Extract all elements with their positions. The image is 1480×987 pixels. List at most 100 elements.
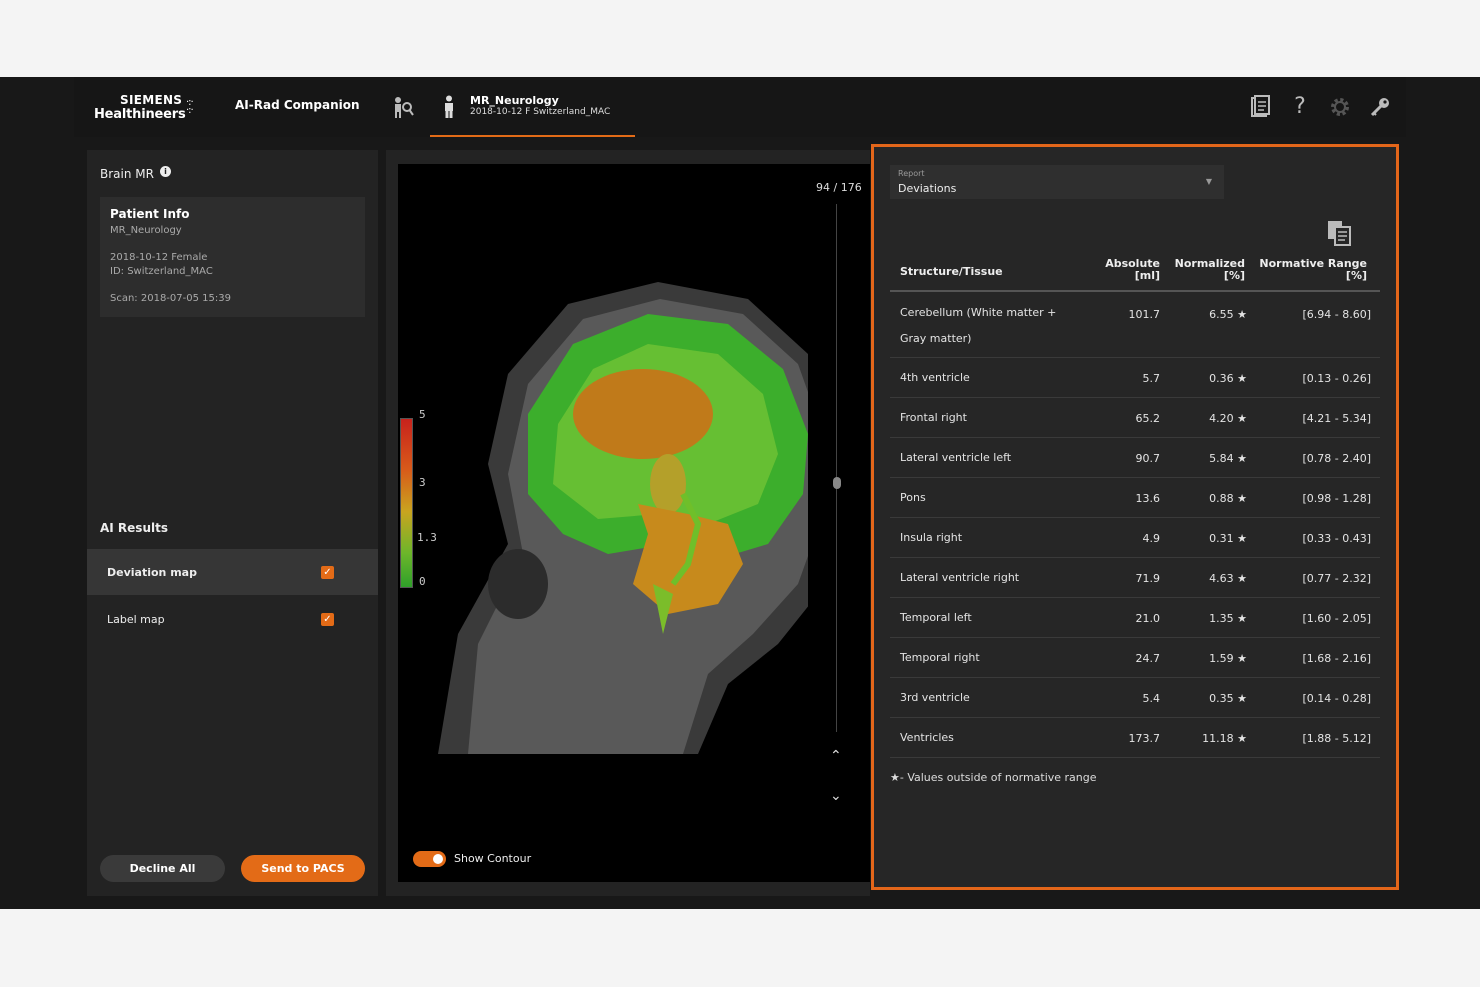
report-type-dropdown[interactable]: Report Deviations ▼: [890, 165, 1224, 199]
dropdown-key: Report: [898, 169, 925, 178]
row-absolute: 5.4: [1142, 692, 1161, 705]
app-window: SIEMENS Healthineers ·:· ·:· AI-Rad Compa…: [0, 77, 1480, 909]
siemens-healthineers-logo: SIEMENS Healthineers ·:· ·:·: [94, 91, 204, 123]
table-row[interactable]: Insula right 4.9 0.31 ★ [0.33 - 0.43]: [890, 518, 1380, 558]
col-normative-range: Normative Range [%]: [1255, 258, 1367, 282]
row-normalized: 4.20 ★: [1209, 412, 1247, 425]
row-absolute: 173.7: [1128, 732, 1161, 745]
row-structure: Temporal right: [900, 651, 980, 664]
settings-icon[interactable]: [1328, 95, 1352, 119]
logo-dots-icon: ·:· ·:·: [186, 97, 194, 116]
result-label-map[interactable]: Label map ✓: [87, 596, 378, 642]
row-normalized: 0.36 ★: [1209, 372, 1247, 385]
label-map-checkbox[interactable]: ✓: [321, 613, 334, 626]
slice-scroll-thumb[interactable]: [833, 477, 841, 489]
row-normalized: 0.31 ★: [1209, 532, 1247, 545]
row-range: [6.94 - 8.60]: [1302, 308, 1371, 321]
table-row[interactable]: 4th ventricle 5.7 0.36 ★ [0.13 - 0.26]: [890, 358, 1380, 398]
row-range: [0.13 - 0.26]: [1302, 372, 1371, 385]
row-normalized: 0.88 ★: [1209, 492, 1247, 505]
row-absolute: 71.9: [1135, 572, 1161, 585]
info-icon[interactable]: i: [160, 166, 171, 177]
row-absolute: 13.6: [1135, 492, 1161, 505]
row-absolute: 24.7: [1135, 652, 1161, 665]
deviation-colorbar: [400, 418, 413, 588]
key-icon[interactable]: [1368, 95, 1392, 119]
table-row[interactable]: Temporal left 21.0 1.35 ★ [1.60 - 2.05]: [890, 598, 1380, 638]
table-row[interactable]: Temporal right 24.7 1.59 ★ [1.68 - 2.16]: [890, 638, 1380, 678]
table-row[interactable]: Ventricles 173.7 11.18 ★ [1.88 - 5.12]: [890, 718, 1380, 758]
study-title: Brain MR: [100, 167, 154, 181]
row-range: [1.88 - 5.12]: [1302, 732, 1371, 745]
deviation-map-checkbox[interactable]: ✓: [321, 566, 334, 579]
col-range-line2: [%]: [1345, 269, 1367, 282]
patient-id: ID: Switzerland_MAC: [110, 266, 213, 277]
send-to-pacs-button[interactable]: Send to PACS: [241, 855, 365, 882]
decline-all-button[interactable]: Decline All: [100, 855, 225, 882]
slice-down-chevron-icon[interactable]: ⌄: [830, 788, 842, 804]
app-name: AI-Rad Companion: [235, 98, 360, 112]
row-range: [1.60 - 2.05]: [1302, 612, 1371, 625]
row-absolute: 5.7: [1142, 372, 1161, 385]
colorbar-label-3: 3: [419, 476, 426, 489]
row-structure: Insula right: [900, 531, 963, 544]
row-range: [0.77 - 2.32]: [1302, 572, 1371, 585]
mr-viewport[interactable]: 5 3 1.3 0 94 / 176 ⌃ ⌄ Show Contour: [398, 164, 870, 882]
slice-up-chevron-icon[interactable]: ⌃: [830, 748, 842, 764]
slice-scrollbar[interactable]: [836, 204, 837, 732]
table-row[interactable]: Frontal right 65.2 4.20 ★ [4.21 - 5.34]: [890, 398, 1380, 438]
row-normalized: 1.59 ★: [1209, 652, 1247, 665]
result-label: Label map: [107, 613, 165, 626]
table-row[interactable]: Lateral ventricle right 71.9 4.63 ★ [0.7…: [890, 558, 1380, 598]
patient-name: MR_Neurology: [110, 225, 182, 236]
tab-patient-mr-neurology[interactable]: MR_Neurology 2018-10-12 F Switzerland_MA…: [430, 77, 635, 137]
row-structure: Lateral ventricle left: [900, 451, 1012, 464]
colorbar-label-0: 0: [419, 575, 426, 588]
row-structure: Cerebellum (White matter + Gray matter): [900, 306, 1057, 345]
row-absolute: 21.0: [1135, 612, 1161, 625]
table-row[interactable]: 3rd ventricle 5.4 0.35 ★ [0.14 - 0.28]: [890, 678, 1380, 718]
row-structure: Temporal left: [900, 611, 972, 624]
col-absolute: Absolute [ml]: [1090, 258, 1160, 282]
row-normalized: 4.63 ★: [1209, 572, 1247, 585]
table-header: Structure/Tissue Absolute [ml] Normalize…: [890, 254, 1380, 292]
table-row[interactable]: Lateral ventricle left 90.7 5.84 ★ [0.78…: [890, 438, 1380, 478]
help-icon[interactable]: ?: [1288, 95, 1312, 119]
col-structure: Structure/Tissue: [900, 265, 1003, 278]
brand-line1: SIEMENS: [120, 93, 183, 107]
row-normalized: 0.35 ★: [1209, 692, 1247, 705]
row-range: [4.21 - 5.34]: [1302, 412, 1371, 425]
patient-search-icon[interactable]: [390, 95, 414, 119]
slice-counter: 94 / 176: [816, 181, 862, 194]
row-range: [0.78 - 2.40]: [1302, 452, 1371, 465]
tab-subtitle: 2018-10-12 F Switzerland_MAC: [470, 107, 611, 117]
row-range: [1.68 - 2.16]: [1302, 652, 1371, 665]
show-contour-toggle[interactable]: [413, 851, 446, 867]
row-absolute: 101.7: [1128, 308, 1161, 321]
patient-info-card: Patient Info MR_Neurology 2018-10-12 Fem…: [100, 197, 365, 317]
table-row[interactable]: Cerebellum (White matter + Gray matter) …: [890, 294, 1380, 358]
title-bar: SIEMENS Healthineers ·:· ·:· AI-Rad Compa…: [74, 77, 1406, 137]
row-range: [0.33 - 0.43]: [1302, 532, 1371, 545]
copy-icon[interactable]: [1326, 219, 1352, 247]
tab-title: MR_Neurology: [470, 94, 559, 107]
colorbar-label-5: 5: [419, 408, 426, 421]
row-structure: 4th ventricle: [900, 371, 970, 384]
report-icon[interactable]: [1248, 95, 1272, 119]
row-range: [0.14 - 0.28]: [1302, 692, 1371, 705]
row-normalized: 11.18 ★: [1202, 732, 1247, 745]
left-panel: Brain MR i Patient Info MR_Neurology 201…: [87, 150, 378, 896]
report-panel: Report Deviations ▼ Structure/Tissue Abs…: [871, 144, 1399, 890]
chevron-down-icon: ▼: [1205, 177, 1212, 186]
result-label: Deviation map: [107, 566, 197, 579]
row-structure: Frontal right: [900, 411, 967, 424]
brain-mri-image: [438, 282, 808, 754]
col-normalized-line2: [%]: [1223, 269, 1245, 282]
result-deviation-map[interactable]: Deviation map ✓: [87, 549, 378, 595]
row-structure: Ventricles: [900, 731, 954, 744]
row-normalized: 5.84 ★: [1209, 452, 1247, 465]
row-absolute: 4.9: [1142, 532, 1161, 545]
table-row[interactable]: Pons 13.6 0.88 ★ [0.98 - 1.28]: [890, 478, 1380, 518]
colorbar-label-1-3: 1.3: [417, 531, 437, 544]
footnote: ★- Values outside of normative range: [890, 771, 1097, 784]
